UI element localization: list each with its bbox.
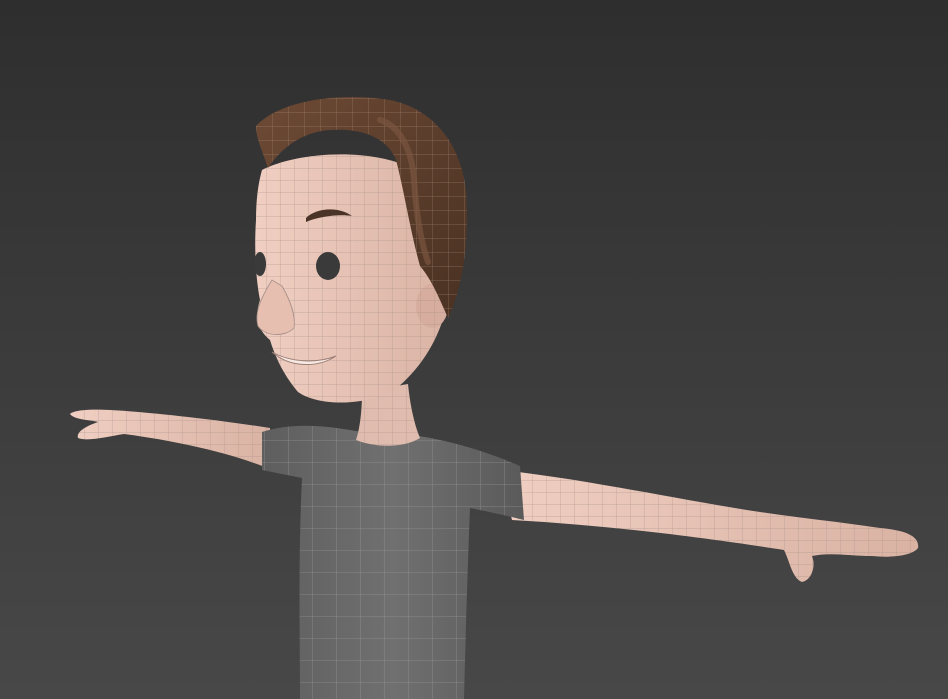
left-arm[interactable] xyxy=(70,409,272,470)
torso-shirt[interactable] xyxy=(262,425,524,699)
character-model[interactable] xyxy=(0,0,948,699)
right-arm[interactable] xyxy=(500,470,919,582)
eye-left xyxy=(254,252,266,276)
eye-right xyxy=(316,252,340,280)
3d-viewport[interactable] xyxy=(0,0,948,699)
